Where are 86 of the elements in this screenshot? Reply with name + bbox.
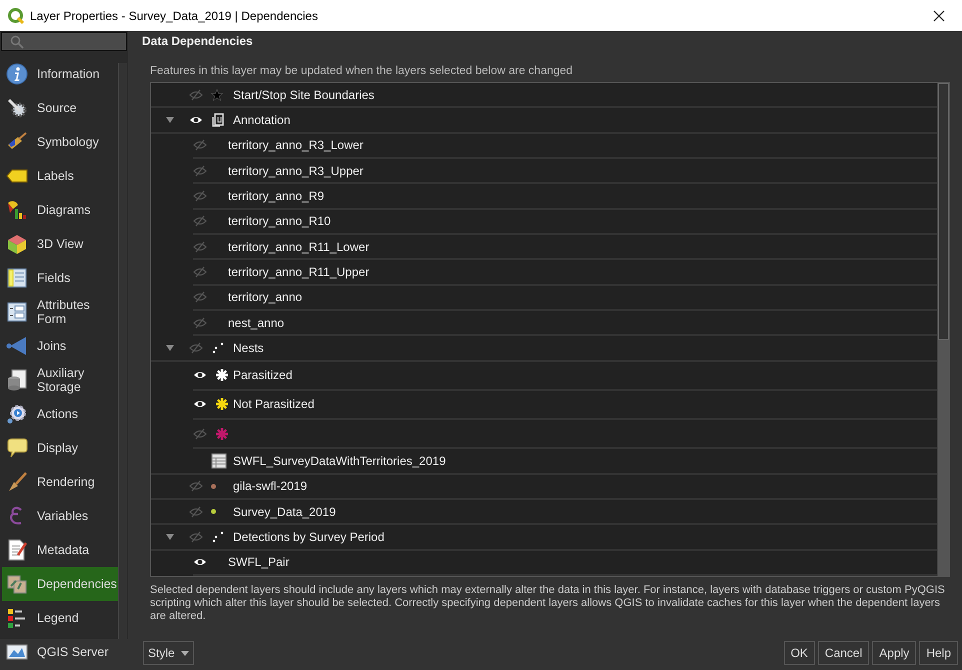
hidden-eye-icon[interactable] (193, 428, 207, 440)
cube-icon (6, 233, 28, 255)
group-icon (211, 112, 225, 127)
sidebar-item[interactable]: Variables (2, 499, 118, 533)
hidden-eye-icon[interactable] (193, 240, 207, 253)
search-icon (10, 34, 24, 48)
layer-name[interactable]: nest_anno (228, 316, 284, 330)
layer-name[interactable]: SWFL_Pair (228, 555, 290, 570)
hidden-eye-icon[interactable] (189, 88, 203, 101)
sidebar-item[interactable]: QGIS Server (2, 635, 118, 669)
layer-name[interactable]: territory_anno_R11_Upper (228, 264, 370, 279)
hidden-eye-icon[interactable] (193, 266, 207, 278)
layer-name[interactable]: territory_anno_R3_Upper (228, 164, 364, 178)
layer-name[interactable]: Survey_Data_2019 (233, 504, 336, 519)
sidebar-item[interactable]: Legend (2, 601, 118, 635)
section-header: Data Dependencies (141, 33, 254, 50)
sidebar-item[interactable]: Display (2, 431, 118, 465)
hidden-eye-icon[interactable] (193, 139, 207, 152)
layer-name[interactable]: territory_anno_R3_Lower (228, 138, 364, 152)
sidebar-item[interactable]: Diagrams (2, 193, 118, 227)
speech-bubble-icon (6, 437, 28, 459)
points-icon (211, 530, 225, 543)
sidebar-item[interactable]: Auxiliary Storage (2, 363, 118, 397)
sidebar-item[interactable]: Information (2, 57, 118, 91)
hidden-eye-icon[interactable] (193, 316, 207, 329)
gear-play-icon (6, 403, 28, 425)
legend-icon (6, 607, 28, 629)
hidden-eye-icon[interactable] (193, 215, 207, 228)
hidden-eye-icon[interactable] (189, 506, 203, 518)
sidebar-item[interactable]: 3D View (2, 227, 118, 261)
dependency-icon (6, 573, 28, 595)
table-icon (6, 267, 28, 289)
dialog-button[interactable]: OK (784, 641, 815, 665)
sidebar-item[interactable]: Symbology (2, 125, 118, 159)
hidden-eye-icon[interactable] (189, 480, 203, 492)
sidebar-item[interactable]: Metadata (2, 533, 118, 567)
style-dropdown[interactable]: Style (143, 641, 194, 665)
dialog-button[interactable]: Help (919, 641, 958, 665)
expand-arrow-icon[interactable] (166, 532, 174, 541)
app-logo-icon (8, 8, 24, 24)
layer-name[interactable]: Start/Stop Site Boundaries (233, 88, 374, 102)
layer-name[interactable]: SWFL_SurveyDataWithTerritories_2019 (233, 454, 446, 468)
expand-arrow-icon[interactable] (166, 344, 174, 352)
star-icon (211, 88, 223, 101)
layer-name[interactable]: territory_anno_R9 (228, 188, 324, 203)
hidden-eye-icon[interactable] (193, 291, 207, 304)
chart-icon (6, 199, 28, 221)
sidebar-item[interactable]: Actions (2, 397, 118, 431)
hidden-eye-icon[interactable] (189, 530, 203, 543)
layer-name[interactable]: territory_anno_R11_Lower (228, 240, 370, 254)
expand-arrow-icon[interactable] (166, 116, 174, 124)
layer-name[interactable]: territory_anno_R10 (228, 214, 331, 228)
dialog-button[interactable]: Apply (872, 641, 916, 665)
database-icon (6, 369, 28, 391)
search-field[interactable] (1, 32, 127, 51)
wrench-gear-icon (6, 97, 28, 119)
join-icon (6, 335, 28, 357)
dialog-button[interactable]: Cancel (818, 641, 870, 665)
help-text: Selected dependent layers should include any layers which may externally alter the data in this layer. For instance, layers with database triggers or custom PyQGIS scripting which alter this layer should be selected. Correctly specifying dependent layers allows QGIS to invalidate caches for this layer when the dependent layers are altered. (149, 583, 946, 624)
broom-icon (6, 471, 28, 493)
window-title: Layer Properties - Survey_Data_2019 | Dependencies (30, 8, 319, 22)
table-icon (211, 452, 227, 469)
hidden-eye-icon[interactable] (189, 342, 203, 354)
info-icon (6, 63, 28, 85)
sidebar-item[interactable]: Dependencies (2, 567, 118, 601)
points-icon (211, 342, 225, 354)
layer-name[interactable]: Detections by Survey Period (233, 530, 384, 544)
layer-name[interactable]: territory_anno (228, 290, 302, 304)
close-icon (933, 10, 945, 22)
layer-name[interactable]: Nests (233, 340, 264, 355)
sidebar-item[interactable]: Source (2, 91, 118, 125)
layer-name[interactable]: Not Parasitized (233, 397, 314, 412)
form-icon (6, 301, 28, 323)
hidden-eye-icon[interactable] (193, 190, 207, 202)
sidebar-item[interactable]: Fields (2, 261, 118, 295)
sidebar-item[interactable]: Attributes Form (2, 295, 118, 329)
description-text: Features in this layer may be updated when the layers selected below are changed (149, 64, 574, 79)
sidebar-item[interactable]: Labels (2, 159, 118, 193)
layer-name[interactable]: Parasitized (233, 368, 292, 382)
hidden-eye-icon[interactable] (193, 164, 207, 177)
caret-icon (180, 650, 189, 656)
layer-name[interactable]: Annotation (233, 112, 290, 127)
document-pencil-icon (6, 539, 28, 561)
layer-name[interactable]: gila-swfl-2019 (233, 479, 308, 494)
sidebar-item[interactable]: Joins (2, 329, 118, 363)
sidebar-item[interactable]: Rendering (2, 465, 118, 499)
